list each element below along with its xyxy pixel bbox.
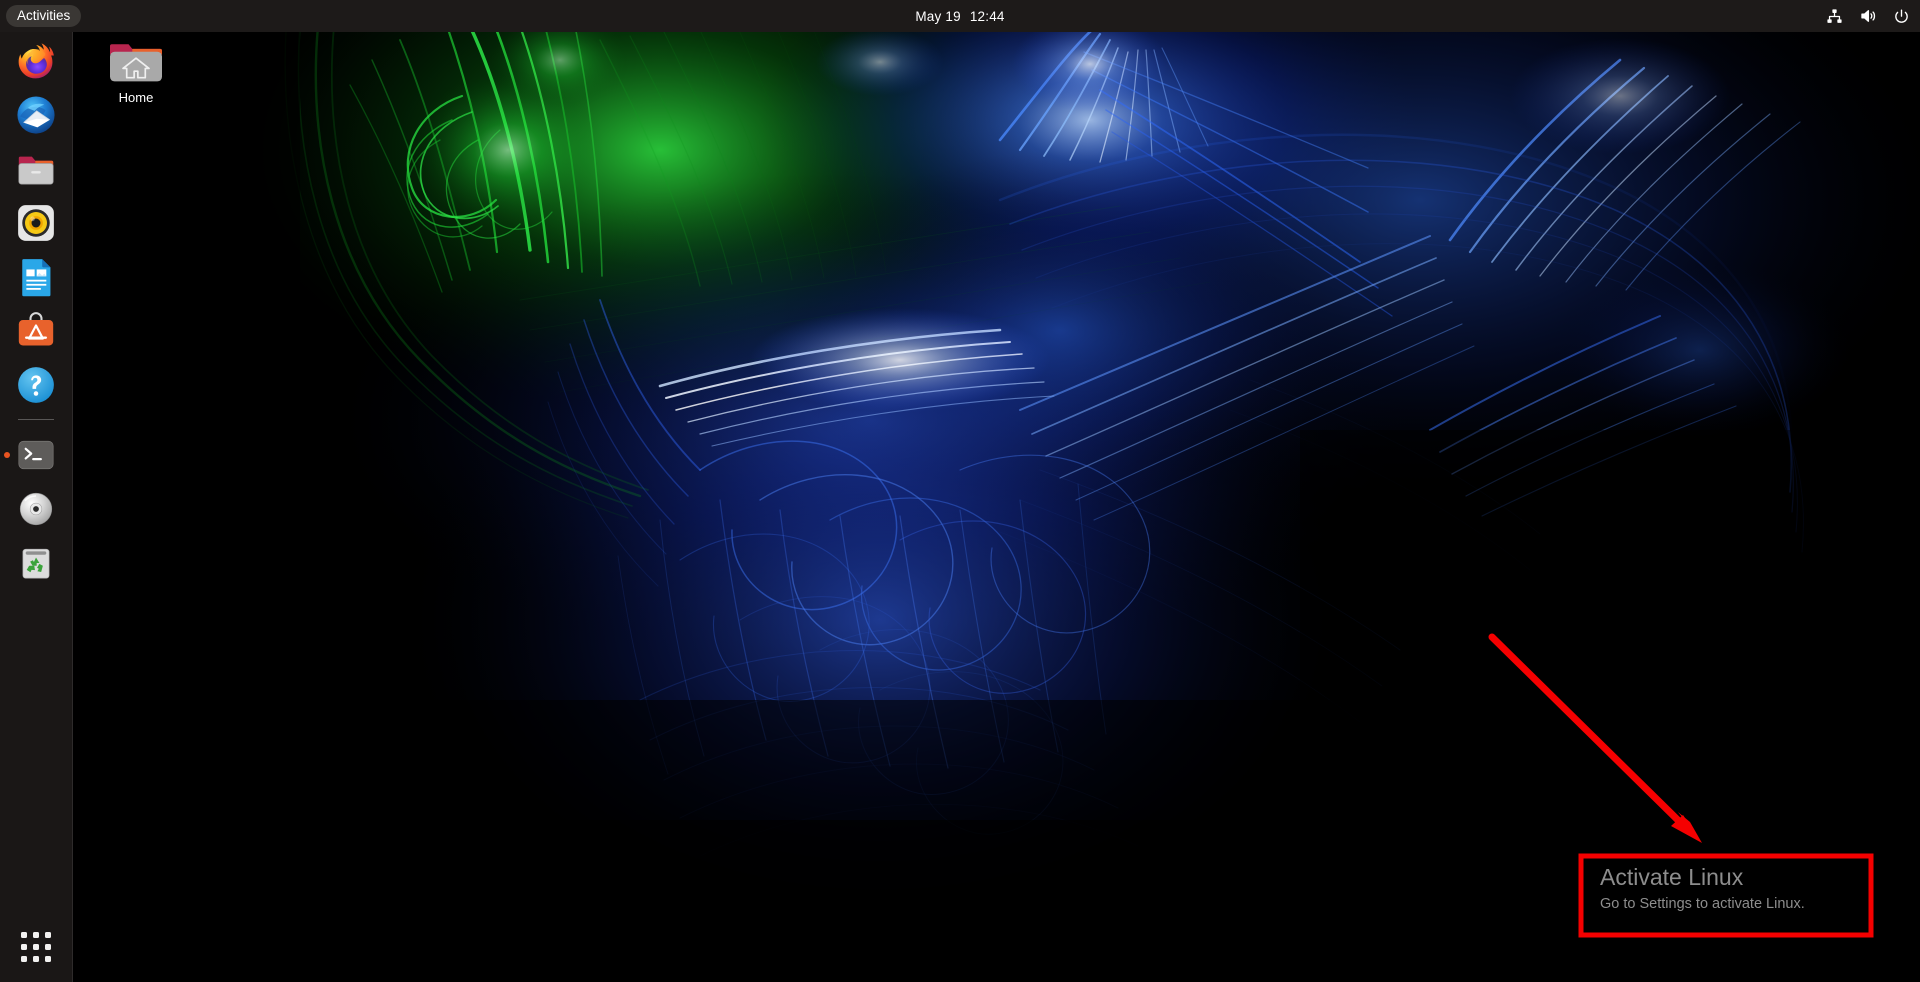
favorites-dock [0, 32, 73, 982]
clock-time: 12:44 [969, 8, 1005, 24]
home-folder-icon [110, 44, 162, 82]
network-icon[interactable] [1826, 8, 1843, 25]
firefox-icon [18, 43, 54, 79]
libreoffice-writer-icon [22, 259, 51, 297]
help-icon [18, 367, 54, 403]
dock-item-ubuntu-software[interactable] [0, 304, 72, 358]
activate-linux-subtitle: Go to Settings to activate Linux. [1600, 896, 1805, 912]
dock-item-help[interactable] [0, 358, 72, 412]
clock-date: May 19 [915, 8, 961, 24]
dock-items [0, 34, 72, 590]
files-folder-icon [18, 156, 54, 185]
dock-item-disc[interactable] [0, 482, 72, 536]
dock-separator [18, 419, 54, 420]
desktop-screen: Activities May 19 12:44 Home Activate Li… [0, 0, 1920, 982]
dock-item-rhythmbox[interactable] [0, 196, 72, 250]
volume-icon[interactable] [1859, 7, 1877, 25]
top-bar: Activities May 19 12:44 [0, 0, 1920, 32]
clock-button[interactable]: May 19 12:44 [915, 9, 1004, 24]
clock-container: May 19 12:44 [0, 0, 1920, 32]
dock-item-libreoffice-writer[interactable] [0, 250, 72, 304]
running-indicator [4, 452, 10, 458]
dock-item-thunderbird[interactable] [0, 88, 72, 142]
app-grid-icon [21, 932, 51, 962]
dock-item-files[interactable] [0, 142, 72, 196]
activate-linux-watermark: Activate Linux Go to Settings to activat… [1600, 862, 1805, 914]
rhythmbox-icon [18, 205, 54, 241]
desktop-wallpaper [0, 0, 1920, 982]
system-tray[interactable] [1826, 0, 1910, 32]
desktop-icon-home[interactable]: Home [90, 35, 182, 105]
desktop-icon-label: Home [118, 90, 154, 105]
ubuntu-software-icon [18, 312, 54, 346]
activities-button[interactable]: Activities [6, 5, 82, 27]
dock-item-firefox[interactable] [0, 34, 72, 88]
activate-linux-title: Activate Linux [1600, 864, 1744, 890]
thunderbird-icon [17, 96, 55, 134]
show-applications-button[interactable] [0, 918, 72, 976]
dock-item-trash[interactable] [0, 536, 72, 590]
dock-item-terminal[interactable] [0, 428, 72, 482]
power-icon[interactable] [1893, 8, 1910, 25]
terminal-icon [18, 440, 54, 470]
trash-icon [22, 548, 50, 579]
disc-icon [19, 492, 53, 526]
